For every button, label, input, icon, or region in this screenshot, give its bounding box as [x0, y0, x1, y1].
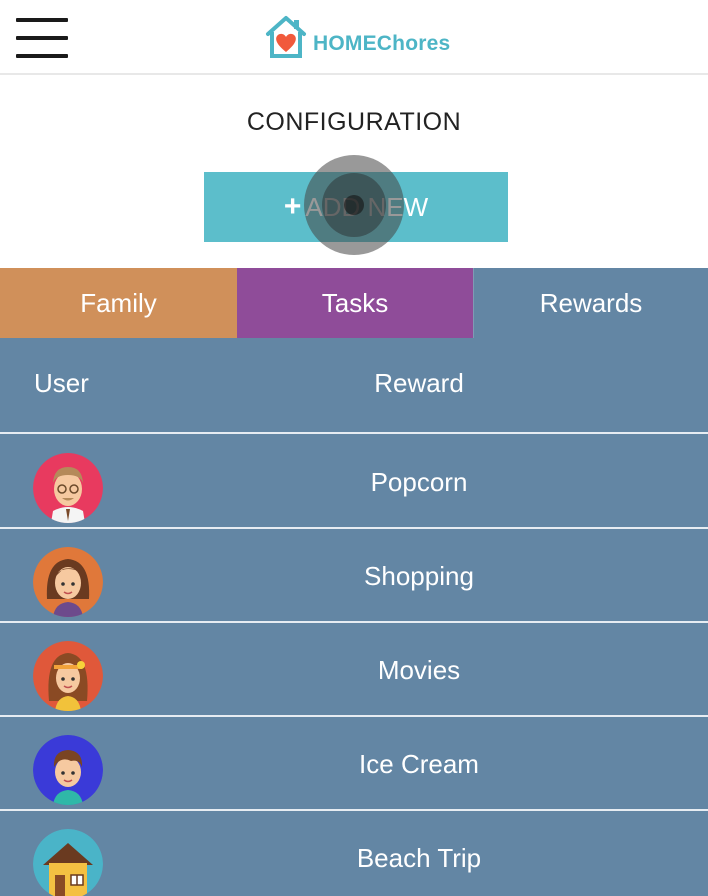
column-header-reward: Reward [374, 368, 464, 398]
table-row[interactable]: Movies [0, 622, 708, 717]
tab-rewards[interactable]: Rewards [473, 268, 708, 338]
reward-name: Popcorn [370, 467, 468, 497]
mom-avatar-icon [33, 547, 103, 617]
tab-bar: Family Tasks Rewards [0, 268, 708, 338]
tab-family[interactable]: Family [0, 268, 237, 338]
table-row[interactable]: Shopping [0, 528, 708, 623]
reward-name: Beach Trip [356, 843, 482, 873]
logo-text: HOMEChores [313, 32, 451, 55]
house-heart-logo-icon [266, 16, 306, 58]
girl-avatar-icon [33, 641, 103, 711]
table-row[interactable]: Ice Cream [0, 716, 708, 811]
tab-tasks[interactable]: Tasks [237, 268, 473, 338]
boy-avatar-icon [33, 735, 103, 805]
dad-avatar-icon [33, 453, 103, 523]
rewards-table: User Reward Popcorn Shopping Movies Ice … [0, 338, 708, 896]
app-logo: HOMEChores [262, 10, 450, 60]
house-avatar-icon [33, 829, 103, 896]
reward-name: Shopping [364, 561, 474, 591]
page-title: CONFIGURATION [246, 108, 462, 136]
touch-indicator [304, 155, 404, 255]
top-app-bar: HOMEChores [0, 0, 708, 75]
column-header-user: User [34, 368, 89, 398]
plus-icon: + [283, 190, 302, 223]
table-row[interactable]: Popcorn [0, 434, 708, 529]
hamburger-menu-icon[interactable] [16, 18, 68, 58]
table-row[interactable]: Beach Trip [0, 810, 708, 896]
reward-name: Movies [377, 655, 461, 685]
reward-name: Ice Cream [359, 749, 479, 779]
table-header-row: User Reward [0, 338, 708, 434]
